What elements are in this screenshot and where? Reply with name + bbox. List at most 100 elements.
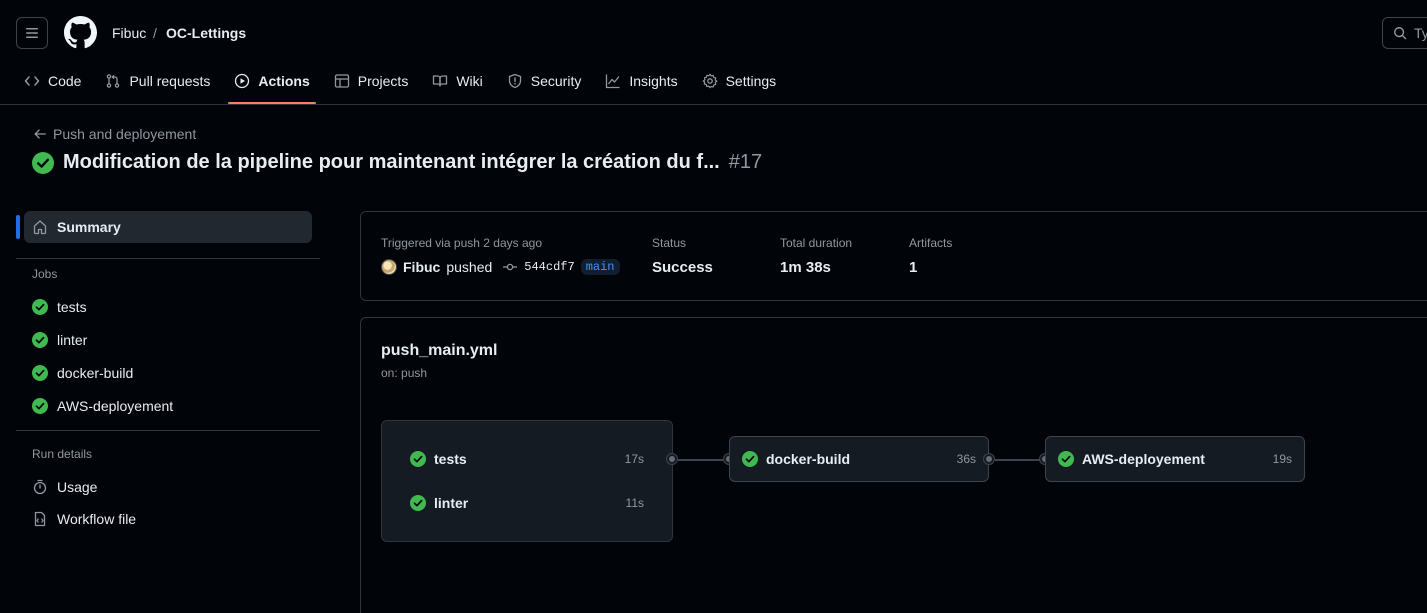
tab-label: Insights	[629, 73, 678, 89]
job-name: tests	[434, 451, 467, 467]
sidebar-item-summary[interactable]: Summary	[24, 211, 312, 243]
shield-icon	[508, 73, 521, 89]
check-circle-icon	[32, 299, 48, 315]
github-logo-icon[interactable]	[64, 16, 97, 49]
graph-icon	[606, 74, 620, 89]
back-link-label: Push and deployement	[53, 126, 197, 142]
search-input[interactable]: Ty	[1382, 17, 1427, 49]
sidebar-divider	[16, 258, 320, 259]
sidebar-run-details-heading: Run details	[32, 447, 93, 461]
trigger-action: pushed	[446, 259, 493, 275]
sidebar-job-aws-deployement[interactable]: AWS-deployement	[32, 398, 173, 414]
job-node-tests[interactable]: tests 17s	[410, 451, 672, 467]
branch-badge[interactable]: main	[580, 259, 620, 275]
connector-dot	[667, 454, 677, 464]
gear-icon	[702, 73, 718, 89]
tab-actions[interactable]: Actions	[226, 62, 317, 104]
avatar[interactable]	[381, 259, 397, 275]
breadcrumb-repo[interactable]: OC-Lettings	[166, 24, 246, 42]
global-menu-button[interactable]	[16, 17, 48, 49]
tab-projects[interactable]: Projects	[326, 62, 417, 100]
page-title: Modification de la pipeline pour mainten…	[63, 151, 720, 173]
sidebar-job-linter[interactable]: linter	[32, 332, 87, 348]
summary-active-indicator	[16, 215, 20, 239]
breadcrumb-separator: /	[153, 25, 157, 41]
tab-label: Projects	[357, 73, 409, 89]
check-circle-icon	[32, 151, 54, 174]
check-circle-icon	[742, 451, 758, 467]
artifacts-value[interactable]: 1	[909, 259, 917, 276]
trigger-label: Triggered via push 2 days ago	[381, 236, 542, 250]
arrow-left-icon	[34, 129, 46, 139]
duration-label: Total duration	[780, 236, 853, 250]
tab-security[interactable]: Security	[499, 62, 590, 100]
sidebar-item-label: docker-build	[57, 365, 134, 381]
sidebar-item-label: linter	[57, 332, 88, 348]
commit-sha-link[interactable]: 544cdf7	[524, 260, 574, 274]
table-icon	[334, 74, 349, 88]
actor-link[interactable]: Fibuc	[403, 259, 440, 275]
job-group: tests 17s linter 11s	[381, 420, 673, 542]
job-node-aws-deployement[interactable]: AWS-deployement 19s	[1045, 436, 1305, 482]
sidebar-job-docker-build[interactable]: docker-build	[32, 365, 133, 381]
check-circle-icon	[32, 365, 48, 381]
workflow-trigger: on: push	[381, 366, 428, 380]
book-icon	[433, 75, 448, 87]
sidebar-job-tests[interactable]: tests	[32, 299, 87, 315]
tab-insights[interactable]: Insights	[597, 62, 685, 100]
workflow-graph-panel: push_main.yml on: push tests 17s linter …	[360, 317, 1427, 613]
job-duration: 17s	[624, 452, 644, 466]
check-circle-icon	[32, 398, 48, 414]
tab-label: Security	[530, 73, 582, 89]
job-duration: 19s	[1272, 452, 1292, 466]
tab-code[interactable]: Code	[16, 62, 89, 100]
pull-request-icon	[107, 74, 120, 88]
stopwatch-icon	[33, 479, 47, 495]
run-number: #17	[728, 151, 763, 173]
tab-label: Actions	[258, 73, 310, 89]
sidebar-jobs-heading: Jobs	[32, 267, 58, 281]
run-summary-panel: Triggered via push 2 days ago Fibuc push…	[360, 211, 1427, 301]
job-name: linter	[434, 495, 469, 511]
tab-label: Wiki	[456, 73, 483, 89]
sidebar-item-label: tests	[57, 299, 87, 315]
tab-wiki[interactable]: Wiki	[424, 62, 490, 100]
repo-tabs: Code Pull requests Actions Projects Wiki…	[16, 62, 792, 104]
job-node-docker-build[interactable]: docker-build 36s	[729, 436, 989, 482]
commit-icon	[503, 263, 518, 271]
tab-label: Settings	[725, 73, 777, 89]
duration-value: 1m 38s	[780, 259, 831, 276]
job-duration: 11s	[625, 496, 644, 510]
back-to-workflow-link[interactable]: Push and deployement	[33, 126, 196, 142]
trigger-details: Fibuc pushed 544cdf7 main	[381, 259, 620, 275]
search-icon	[1394, 27, 1407, 40]
code-icon	[24, 76, 40, 86]
tab-label: Code	[48, 73, 82, 89]
job-node-linter[interactable]: linter 11s	[410, 495, 672, 511]
check-circle-icon	[410, 495, 426, 511]
artifacts-label: Artifacts	[909, 236, 953, 250]
breadcrumb-owner[interactable]: Fibuc	[112, 24, 146, 42]
search-placeholder: Ty	[1414, 25, 1427, 41]
connector-line	[678, 459, 724, 461]
sidebar-item-label: Usage	[57, 479, 98, 495]
home-icon	[33, 220, 47, 235]
hamburger-icon	[26, 28, 38, 38]
run-title-row: Modification de la pipeline pour mainten…	[32, 151, 762, 174]
tab-pull-requests[interactable]: Pull requests	[97, 62, 218, 100]
file-code-icon	[34, 511, 46, 527]
sidebar-divider	[16, 430, 320, 431]
tab-settings[interactable]: Settings	[694, 62, 785, 100]
sidebar-item-label: AWS-deployement	[57, 398, 174, 414]
connector-dot	[984, 454, 994, 464]
status-label: Status	[652, 236, 687, 250]
sidebar-item-workflow-file[interactable]: Workflow file	[32, 511, 136, 527]
check-circle-icon	[410, 451, 426, 467]
sidebar-item-usage[interactable]: Usage	[32, 479, 97, 495]
status-value: Success	[652, 259, 713, 276]
play-icon	[235, 73, 250, 89]
tab-label: Pull requests	[129, 73, 211, 89]
sidebar-item-label: Workflow file	[57, 511, 137, 527]
check-circle-icon	[32, 332, 48, 348]
job-name: AWS-deployement	[1082, 451, 1205, 467]
